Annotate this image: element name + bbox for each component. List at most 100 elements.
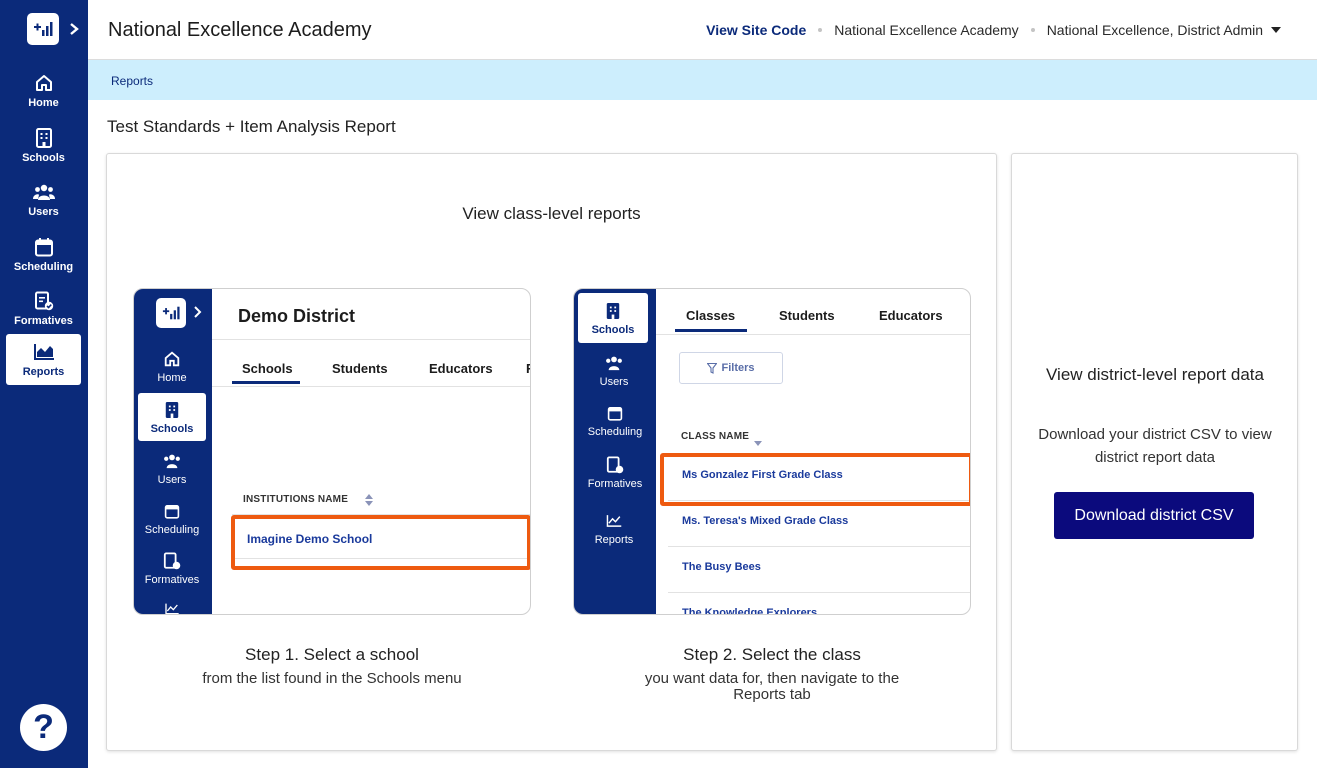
- expand-sidebar-icon[interactable]: [66, 20, 82, 38]
- sort-icon: [365, 493, 373, 511]
- user-menu[interactable]: National Excellence, District Admin: [1047, 22, 1263, 38]
- home-icon: [33, 72, 55, 94]
- sidebar-item-label: Users: [28, 205, 59, 218]
- sidebar-item-schools[interactable]: Schools: [6, 120, 81, 170]
- district-reports-card: View district-level report data Download…: [1011, 153, 1298, 751]
- mock-column-header: CLASS NAME: [681, 431, 750, 442]
- calendar-icon: [162, 501, 182, 521]
- mock-nav-label: Scheduling: [587, 426, 643, 438]
- step2-subtitle-line1: you want data for, then navigate to the: [644, 670, 900, 687]
- active-tab-indicator: [675, 329, 747, 332]
- mock-nav-label: Home: [157, 372, 187, 384]
- breadcrumb-reports[interactable]: Reports: [111, 74, 153, 88]
- step1-illustration: Home Schools Users Scheduling Formatives: [133, 288, 531, 615]
- mock-filters-button: Filters: [679, 352, 783, 384]
- chevron-right-icon: [194, 305, 202, 323]
- mock-tab-educators: Educators: [429, 361, 493, 376]
- formatives-icon: [605, 455, 625, 475]
- mock-tab-schools: Schools: [242, 361, 293, 376]
- formatives-icon: [33, 290, 55, 312]
- sidebar-item-label: Reports: [22, 366, 65, 378]
- mock-tab-classes: Classes: [686, 308, 736, 323]
- home-icon: [162, 349, 182, 369]
- mock-nav-home: Home: [148, 349, 196, 384]
- class-reports-card: View class-level reports Home Schools Us…: [106, 153, 997, 751]
- mock-nav-label: Schools: [150, 422, 194, 435]
- building-icon: [603, 301, 623, 321]
- mock-sidebar: Home Schools Users Scheduling Formatives: [134, 289, 212, 614]
- header-actions: View Site Code National Excellence Acade…: [706, 22, 1281, 38]
- mock-nav-label: Formatives: [587, 478, 643, 490]
- sidebar-item-formatives[interactable]: Formatives: [6, 283, 81, 333]
- mock-nav-users: Users: [148, 451, 196, 486]
- mock-nav-label: Reports: [594, 534, 634, 546]
- building-icon: [162, 400, 182, 420]
- mock-nav-schools: Schools: [578, 293, 648, 343]
- sidebar-item-home[interactable]: Home: [6, 65, 81, 115]
- logo-icon: [34, 22, 53, 36]
- breadcrumb: Reports: [88, 60, 1317, 100]
- highlight-box: [660, 453, 970, 506]
- mock-nav-formatives: Formatives: [138, 551, 206, 586]
- caret-down-icon: [754, 434, 762, 452]
- view-site-code-link[interactable]: View Site Code: [706, 22, 806, 38]
- sidebar-item-scheduling[interactable]: Scheduling: [6, 229, 81, 279]
- users-icon: [32, 181, 55, 203]
- mock-tab-educators: Educators: [879, 308, 943, 323]
- highlight-box: [231, 515, 530, 570]
- step2-title: Step 2. Select the class: [683, 645, 861, 664]
- page-title: Test Standards + Item Analysis Report: [107, 117, 396, 136]
- mock-nav-scheduling: Scheduling: [138, 501, 206, 536]
- sidebar-item-label: Scheduling: [13, 260, 74, 273]
- download-district-csv-button[interactable]: Download district CSV: [1054, 492, 1254, 539]
- mock-tab-students: Students: [779, 308, 835, 323]
- calendar-icon: [33, 236, 55, 258]
- filters-label: Filters: [721, 362, 755, 374]
- mock-tab-students: Students: [332, 361, 388, 376]
- mock-nav-label: Users: [157, 474, 187, 486]
- users-icon: [162, 451, 182, 471]
- mock-nav-label: Schools: [591, 323, 635, 336]
- mock-nav-scheduling: Scheduling: [580, 403, 650, 438]
- users-icon: [604, 353, 624, 373]
- sidebar-item-label: Formatives: [14, 314, 73, 327]
- formatives-icon: [162, 551, 182, 571]
- divider: [212, 339, 530, 340]
- sidebar-item-label: Schools: [22, 151, 65, 164]
- help-icon: ?: [33, 708, 54, 746]
- sidebar: Home Schools Users Scheduling Formatives…: [0, 0, 88, 768]
- separator-dot: [818, 28, 823, 32]
- calendar-icon: [605, 403, 625, 423]
- step1-subtitle: from the list found in the Schools menu: [202, 670, 462, 687]
- chart-icon: [604, 511, 624, 531]
- logo-icon: [156, 298, 186, 328]
- divider: [212, 386, 530, 387]
- mock-nav-users: Users: [588, 353, 640, 388]
- sidebar-item-reports[interactable]: Reports: [6, 334, 81, 385]
- mock-nav-label: Users: [599, 376, 629, 388]
- mock-nav-reports: Reports: [588, 511, 640, 546]
- top-bar: National Excellence Academy View Site Co…: [88, 0, 1317, 60]
- class-reports-heading: View class-level reports: [462, 204, 641, 223]
- mock-column-header: INSTITUTIONS NAME: [243, 494, 349, 505]
- app-title: National Excellence Academy: [108, 19, 372, 41]
- mock-nav-label: Formatives: [144, 574, 200, 586]
- help-button[interactable]: ?: [20, 704, 67, 751]
- active-tab-indicator: [232, 381, 300, 384]
- divider: [668, 546, 970, 547]
- sidebar-item-label: Home: [28, 96, 59, 109]
- district-reports-heading: View district-level report data: [1046, 365, 1264, 384]
- divider: [656, 334, 970, 335]
- mock-district-name: Demo District: [238, 306, 356, 326]
- separator-dot: [1030, 28, 1035, 32]
- caret-down-icon[interactable]: [1271, 27, 1281, 33]
- chart-icon: [33, 341, 55, 363]
- divider: [668, 592, 970, 593]
- sidebar-item-users[interactable]: Users: [6, 174, 81, 224]
- mock-row-class: The Busy Bees: [682, 561, 761, 573]
- app-logo[interactable]: [27, 13, 59, 45]
- step2-subtitle-line2: Reports tab: [733, 686, 811, 703]
- building-icon: [33, 127, 55, 149]
- mock-sidebar: Schools Users Scheduling Formatives Repo…: [574, 289, 656, 614]
- mock-tab-reports: R: [526, 361, 530, 376]
